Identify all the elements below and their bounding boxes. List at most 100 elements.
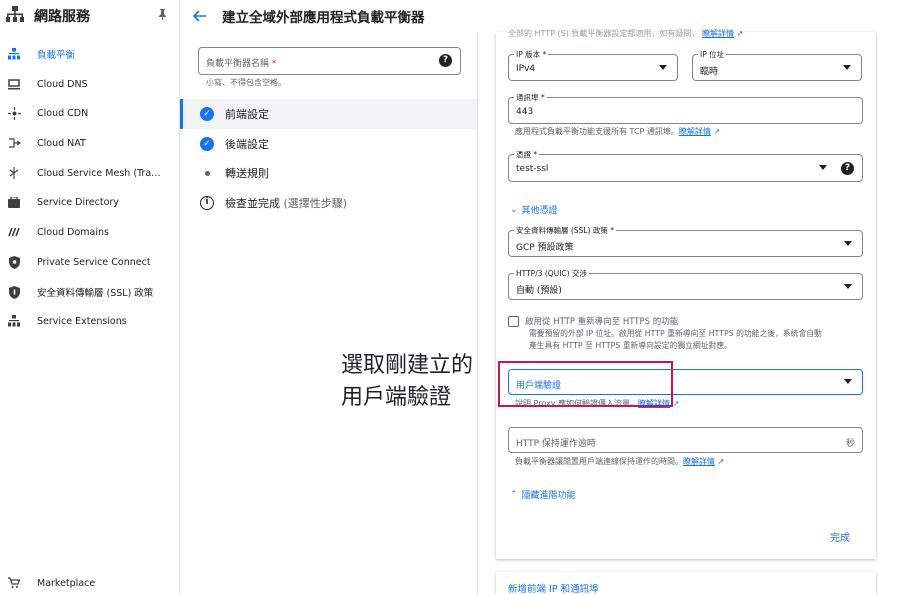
lb-name-placeholder: 負載平衡器名稱 (206, 59, 270, 69)
sidebar-item-marketplace[interactable]: Marketplace (0, 569, 179, 595)
sidebar-item-ssl-policies[interactable]: 安全資料傳輸層 (SSL) 政策 (0, 278, 179, 306)
field-value: IPv4 (516, 64, 536, 74)
sidebar-item-load-balancing[interactable]: 負載平衡 (0, 40, 179, 68)
truncated-text: 全部的 HTTP (S) 負載平衡器設定都適用，如有疑問， (508, 29, 700, 38)
sidebar-item-cloud-cdn[interactable]: Cloud CDN (0, 99, 179, 127)
frontend-config-card: 全部的 HTTP (S) 負載平衡器設定都適用，如有疑問， 瞭解詳情 ↗ IP … (496, 29, 876, 559)
sidebar-item-label: Private Service Connect (37, 256, 151, 268)
field-suffix: 秒 (845, 439, 855, 449)
chevron-up-icon: ⌃ (510, 489, 518, 500)
domains-icon (7, 225, 21, 239)
sidebar-item-label: Cloud Domains (37, 226, 109, 238)
private-service-connect-icon (7, 255, 21, 269)
dropdown-arrow-icon (659, 64, 667, 70)
back-arrow-icon[interactable] (192, 7, 206, 26)
network-services-icon (6, 6, 24, 26)
step-routing-rules[interactable]: 轉送規則 (180, 158, 477, 188)
external-link-icon: ↗ (717, 457, 725, 466)
sidebar: 網路服務 負載平衡 Cloud DNS Cloud CDN Cloud NAT … (0, 0, 180, 595)
help-icon[interactable]: ? (841, 162, 854, 175)
learn-more-link[interactable]: 瞭解詳情 (683, 457, 715, 466)
step-backend-config[interactable]: ✓ 後端設定 (180, 129, 477, 159)
sidebar-item-label: Cloud NAT (37, 137, 86, 149)
sidebar-item-service-directory[interactable]: Service Directory (0, 188, 179, 216)
lb-name-field[interactable]: 負載平衡器名稱 * ? (198, 47, 461, 75)
field-label: IP 版本 * (514, 49, 549, 60)
dropdown-arrow-icon (844, 240, 852, 246)
keepalive-help: 負載平衡器讓閒置用戶端連線保持運作的時間。瞭解詳情 ↗ (515, 456, 724, 467)
check-circle-icon: ✓ (199, 106, 215, 122)
chevron-down-icon: ⌄ (510, 204, 518, 215)
http-redirect-option: 啟用從 HTTP 重新導向至 HTTPS 的功能 需要預留的外部 IP 位址。啟… (508, 315, 822, 351)
sidebar-item-label: Service Directory (37, 196, 119, 208)
help-text: 應用程式負載平衡功能支援所有 TCP 通訊埠。 (515, 127, 679, 136)
learn-more-link[interactable]: 瞭解詳情 (679, 127, 711, 136)
step-label: 前端設定 (225, 108, 269, 121)
step-review-finalize[interactable]: i 檢查並完成 (選擇性步驟) (180, 188, 477, 218)
sidebar-item-label: Cloud DNS (37, 78, 88, 90)
port-input[interactable]: 通訊埠 * 443 (508, 92, 863, 124)
field-value: 臨時 (700, 67, 719, 77)
bullet-icon (199, 165, 215, 181)
field-value: 自動 (預設) (516, 286, 562, 296)
keepalive-timeout-input[interactable]: HTTP 保持運作逾時 秒 (508, 427, 863, 453)
steps-panel: 負載平衡器名稱 * ? 小寫、不得包含空格。 ✓ 前端設定 ✓ 後端設定 轉送規… (180, 32, 478, 595)
field-label: 安全資料傳輸層 (SSL) 政策 * (514, 225, 616, 236)
service-extensions-icon (7, 314, 21, 328)
service-directory-icon (7, 195, 21, 209)
add-frontend-button[interactable]: 新增前端 IP 和通訊埠 (508, 581, 599, 595)
annotation-line-2: 用戶端驗證 (341, 385, 452, 410)
sidebar-item-label: Cloud Service Mesh (Traffic ... (37, 167, 167, 179)
sidebar-item-label: 安全資料傳輸層 (SSL) 政策 (37, 288, 154, 299)
sidebar-item-cloud-dns[interactable]: Cloud DNS (0, 70, 179, 98)
field-value: test-ssl (516, 164, 549, 174)
sidebar-item-label: Marketplace (37, 577, 96, 589)
sidebar-item-private-service-connect[interactable]: Private Service Connect (0, 248, 179, 276)
more-certificates-toggle[interactable]: ⌄ 其他憑證 (510, 203, 558, 217)
external-link-icon: ↗ (736, 29, 744, 38)
ip-version-select[interactable]: IP 版本 * IPv4 (508, 49, 678, 81)
annotation-text: 選取剛建立的 用戶端驗證 (341, 350, 473, 414)
field-value: 443 (516, 107, 534, 117)
step-label: 後端設定 (225, 138, 269, 151)
lb-name-hint: 小寫、不得包含空格。 (206, 78, 286, 87)
ssl-policy-select[interactable]: 安全資料傳輸層 (SSL) 政策 * GCP 預設政策 (508, 225, 863, 257)
ip-address-select[interactable]: IP 位址 臨時 (692, 49, 862, 81)
service-mesh-icon (7, 166, 21, 180)
dropdown-arrow-icon (844, 379, 852, 384)
info-icon: i (199, 195, 215, 211)
ssl-policy-icon (7, 285, 21, 299)
hide-advanced-toggle[interactable]: ⌃ 隱藏進階功能 (510, 488, 576, 502)
truncated-help-text: 全部的 HTTP (S) 負載平衡器設定都適用，如有疑問， 瞭解詳情 ↗ (508, 28, 743, 39)
external-link-icon: ↗ (672, 399, 680, 408)
check-circle-icon: ✓ (199, 136, 215, 152)
step-frontend-config[interactable]: ✓ 前端設定 (180, 99, 477, 129)
dropdown-arrow-icon (844, 283, 852, 289)
quic-negotiation-select[interactable]: HTTP/3 (QUIC) 交涉 自動 (預設) (508, 268, 863, 300)
sidebar-item-label: Service Extensions (37, 315, 127, 327)
sidebar-item-service-extensions[interactable]: Service Extensions (0, 307, 179, 335)
checkbox-desc-line2: 產生具有 HTTP 至 HTTPS 重新導向設定的獨立網址對應。 (529, 341, 732, 350)
pin-icon[interactable] (158, 9, 167, 23)
certificate-select[interactable]: 憑證 * test-ssl ? (508, 149, 863, 182)
help-text: 負載平衡器讓閒置用戶端連線保持運作的時間。 (515, 457, 683, 466)
page-title: 建立全域外部應用程式負載平衡器 (222, 10, 425, 26)
sidebar-item-label: 負載平衡 (37, 50, 76, 61)
field-label: 憑證 * (514, 149, 540, 160)
field-placeholder: HTTP 保持運作逾時 (516, 439, 596, 449)
step-label: 轉送規則 (225, 167, 269, 180)
sidebar-title: 網路服務 (34, 9, 90, 25)
http-redirect-checkbox[interactable] (508, 316, 519, 327)
sidebar-item-cloud-nat[interactable]: Cloud NAT (0, 129, 179, 157)
done-button[interactable]: 完成 (830, 529, 850, 544)
dropdown-arrow-icon (819, 165, 827, 170)
required-mark: * (271, 59, 277, 69)
dropdown-arrow-icon (843, 64, 851, 70)
sidebar-item-cloud-domains[interactable]: Cloud Domains (0, 218, 179, 246)
learn-more-link[interactable]: 瞭解詳情 (702, 29, 734, 38)
field-label: IP 位址 (698, 49, 727, 60)
sidebar-item-service-mesh[interactable]: Cloud Service Mesh (Traffic ... (0, 159, 179, 187)
help-icon[interactable]: ? (439, 54, 452, 67)
add-frontend-card: 新增前端 IP 和通訊埠 (496, 572, 876, 595)
step-label: 檢查並完成 (225, 197, 280, 210)
